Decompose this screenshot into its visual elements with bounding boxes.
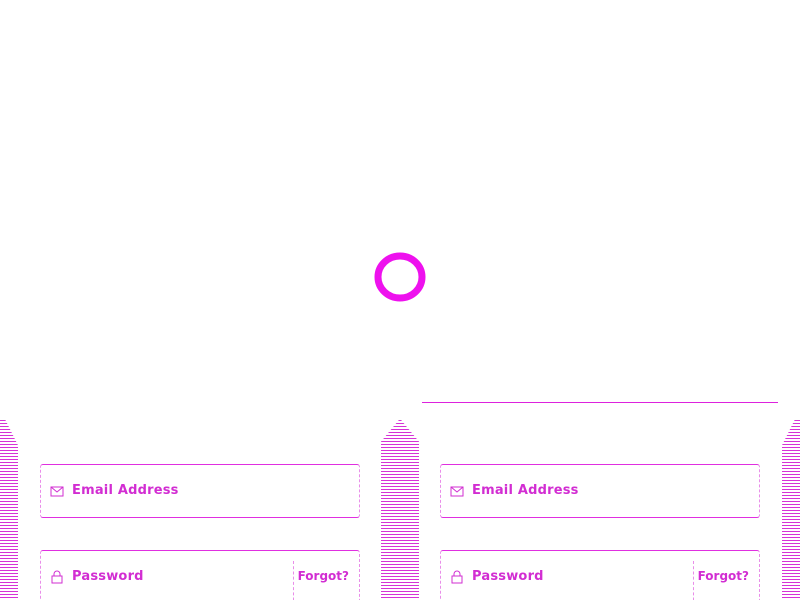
login-form: Email Address Password Forgot?: [0, 0, 400, 600]
login-form: Email Address Password Forgot?: [400, 0, 800, 600]
divider: [693, 561, 695, 600]
divider: [293, 561, 295, 600]
forgot-password-link[interactable]: Forgot?: [698, 569, 749, 583]
email-field[interactable]: Email Address: [440, 464, 760, 518]
login-screen: Email Address Password Forgot? Email Add…: [0, 0, 800, 600]
password-field[interactable]: Password Forgot?: [40, 550, 360, 600]
password-field[interactable]: Password Forgot?: [440, 550, 760, 600]
forgot-password-link[interactable]: Forgot?: [298, 569, 349, 583]
email-field[interactable]: Email Address: [40, 464, 360, 518]
